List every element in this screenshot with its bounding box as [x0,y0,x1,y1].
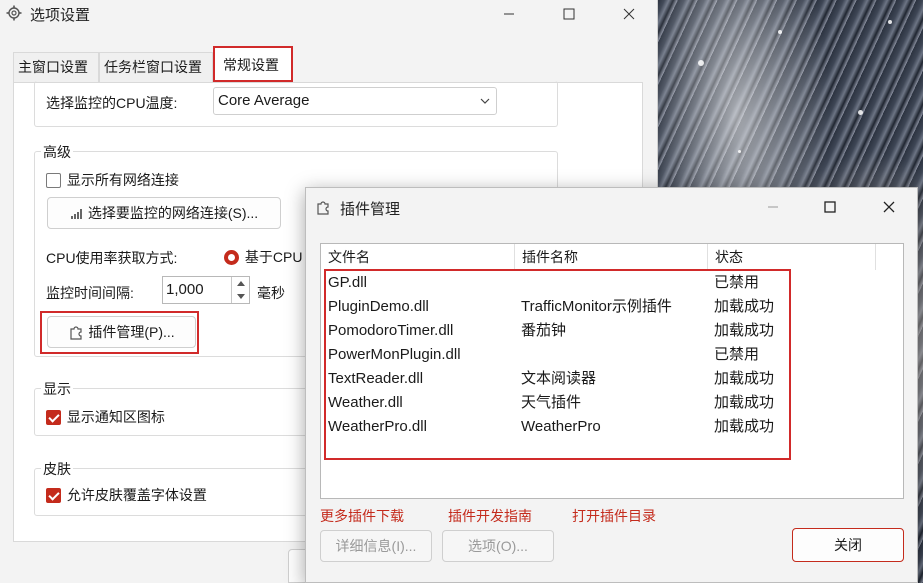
cpu-temp-select[interactable]: Core Average [213,87,497,115]
show-all-net-box[interactable] [46,172,61,188]
skin-group-title: 皮肤 [41,459,73,479]
more-plugins-link[interactable]: 更多插件下载 [320,506,404,526]
cpu-temp-select-value: Core Average [218,92,310,109]
notify-icon-box[interactable] [46,409,61,425]
plugin-dev-guide-link[interactable]: 插件开发指南 [448,506,532,526]
dialog-minimize-button[interactable] [750,188,796,226]
puzzle-icon [317,201,329,215]
column-header-status[interactable]: 状态 [708,244,876,270]
column-header-file[interactable]: 文件名 [321,244,515,270]
maximize-icon [563,8,575,20]
gear-icon [6,5,22,21]
plugin-rows-highlight [324,269,791,460]
chevron-down-icon [480,98,490,104]
close-button[interactable]: 关闭 [792,528,904,562]
tab-main-window[interactable]: 主窗口设置 [13,52,99,82]
select-network-label: 选择要监控的网络连接(S)... [87,205,259,221]
dialog-maximize-button[interactable] [807,188,853,226]
maximize-icon [824,201,836,213]
plugin-button-highlight [40,311,199,354]
notify-icon-checkbox[interactable]: 显示通知区图标 [46,407,165,427]
plugin-dialog-title: 插件管理 [340,201,401,218]
spin-down-icon[interactable] [236,293,246,300]
open-plugin-dir-link[interactable]: 打开插件目录 [572,506,656,526]
cpu-usage-radio-dot[interactable] [224,249,239,265]
close-icon [623,8,635,20]
tab-general-settings[interactable]: 常规设置 [213,46,293,82]
column-header-name[interactable]: 插件名称 [515,244,708,270]
interval-value: 1,000 [166,281,204,298]
plugin-manager-dialog: 插件管理 文件名 插件名称 状态 GP.dll 已禁用 PluginDemo.d… [305,187,918,583]
show-all-net-checkbox[interactable]: 显示所有网络连接 [46,170,179,190]
signal-bars-icon [70,209,82,219]
options-button[interactable]: 选项(O)... [442,530,554,562]
options-titlebar: 选项设置 [0,0,657,28]
spin-up-icon[interactable] [236,280,246,287]
cpu-usage-radio[interactable]: 基于CPU [224,247,302,267]
show-all-net-label: 显示所有网络连接 [66,172,179,188]
options-window-title: 选项设置 [30,7,91,24]
minimize-button[interactable] [486,0,532,28]
cpu-usage-label: CPU使用率获取方式: [46,250,178,266]
cpu-temp-group: 选择监控的CPU温度: Core Average [34,81,558,127]
close-window-button[interactable] [606,0,652,28]
interval-unit: 毫秒 [257,285,285,301]
cpu-temp-label: 选择监控的CPU温度: [46,95,178,111]
skin-font-box[interactable] [46,487,61,503]
cpu-usage-option-label: 基于CPU [244,249,303,265]
tab-taskbar-window[interactable]: 任务栏窗口设置 [99,52,213,82]
advanced-group-title: 高级 [41,142,73,162]
notify-icon-label: 显示通知区图标 [66,409,165,425]
maximize-button[interactable] [546,0,592,28]
dialog-close-button[interactable] [866,188,912,226]
interval-spin-buttons [231,277,249,303]
minimize-icon [504,13,514,15]
select-network-button[interactable]: 选择要监控的网络连接(S)... [47,197,281,229]
details-button[interactable]: 详细信息(I)... [320,530,432,562]
display-group-title: 显示 [41,379,73,399]
interval-spinner[interactable]: 1,000 [162,276,250,304]
skin-font-label: 允许皮肤覆盖字体设置 [66,487,207,503]
plugin-list[interactable]: 文件名 插件名称 状态 GP.dll 已禁用 PluginDemo.dll Tr… [320,243,904,499]
close-icon [883,201,895,213]
minimize-icon [768,206,778,208]
skin-font-checkbox[interactable]: 允许皮肤覆盖字体设置 [46,485,207,505]
interval-label: 监控时间间隔: [46,285,134,301]
plugin-list-header: 文件名 插件名称 状态 [321,244,903,270]
plugin-dialog-titlebar: 插件管理 [306,188,917,226]
